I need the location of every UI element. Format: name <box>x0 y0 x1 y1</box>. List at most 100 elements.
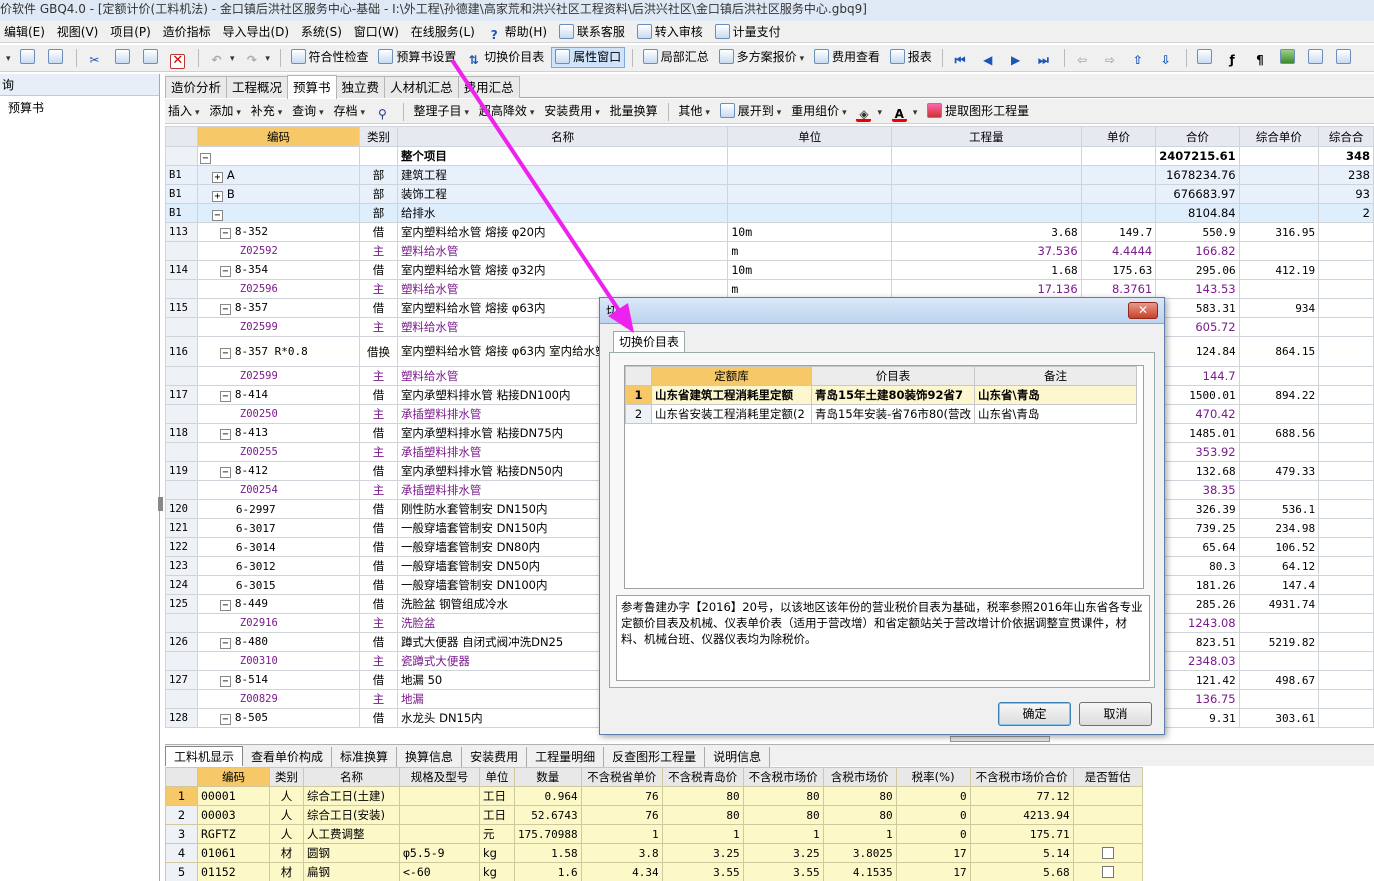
sub-cell-code[interactable]: 00001 <box>197 786 270 806</box>
cell-unit-total[interactable] <box>1318 575 1374 595</box>
menu-import-export[interactable]: 导入导出(D) <box>218 21 293 43</box>
sub-col-province-price[interactable]: 不含税省单价 <box>580 767 663 787</box>
cell-total[interactable]: 823.51 <box>1155 632 1240 652</box>
cell-price[interactable] <box>1080 165 1157 185</box>
cell-unit-total[interactable] <box>1318 689 1374 709</box>
cell-price[interactable]: 4.4444 <box>1080 241 1157 261</box>
cell-total[interactable]: 9.31 <box>1155 708 1240 728</box>
cell-unit[interactable] <box>727 184 893 204</box>
table-row[interactable]: 5 01152 材扁钢 <-60 kg 1.6 4.34 3.55 3.55 4.1535 17 5.… <box>165 862 1143 881</box>
cell-unit-price[interactable]: 894.22 <box>1238 385 1320 405</box>
row-header[interactable] <box>165 651 198 671</box>
cell-name[interactable]: 塑料给水管 <box>396 241 729 261</box>
collapse-icon[interactable]: − <box>219 429 231 440</box>
cell-total[interactable]: 326.39 <box>1155 499 1240 519</box>
next-button[interactable]: ▶ <box>1005 45 1029 70</box>
sub-cell-name[interactable]: 扁钢 <box>303 862 400 881</box>
move-right-button[interactable]: ⇨ <box>1099 45 1123 70</box>
col-header-code[interactable]: 编码 <box>196 126 361 147</box>
col-header-price[interactable]: 单价 <box>1080 126 1157 147</box>
row-header[interactable]: 122 <box>165 537 198 557</box>
sub-col-name[interactable]: 名称 <box>303 767 400 787</box>
collapse-icon[interactable]: − <box>211 209 223 221</box>
cell-unit[interactable] <box>727 146 893 166</box>
menu-project[interactable]: 项目(P) <box>106 21 155 43</box>
sub-cell-province-price[interactable]: 3.8 <box>580 843 663 863</box>
table-row[interactable]: B1 + B 部 装饰工程 676683.97 93 <box>165 184 1374 204</box>
cell-unit-total[interactable]: 2 <box>1318 203 1374 223</box>
sub-cell-market-price-tax[interactable]: 1 <box>822 824 897 844</box>
cell-unit-total[interactable] <box>1318 317 1374 337</box>
cell-quantity[interactable]: 17.136 <box>891 279 1082 299</box>
cell-unit-total[interactable] <box>1318 594 1374 614</box>
cell-unit-total[interactable] <box>1318 298 1374 318</box>
cell-type[interactable]: 部 <box>359 184 398 204</box>
row-header[interactable] <box>165 613 198 633</box>
row-header[interactable]: 118 <box>165 423 198 443</box>
cell-code[interactable]: −8-357 R*0.8 <box>196 336 361 367</box>
cell-code[interactable]: 6-3014 <box>196 537 361 557</box>
sub-col-type[interactable]: 类别 <box>269 767 304 787</box>
sub-cell-qty[interactable]: 52.6743 <box>514 805 582 825</box>
col-header-total[interactable]: 合价 <box>1155 126 1240 147</box>
table-row[interactable]: 4 01061 材圆钢 φ5.5-9 kg 1.58 3.8 3.25 3.25 3.8025 17… <box>165 843 1143 863</box>
sub-cell-tax-rate[interactable]: 17 <box>895 843 971 863</box>
cell-name[interactable]: 建筑工程 <box>396 165 729 185</box>
sub-cell-market-price-tax[interactable]: 4.1535 <box>822 862 897 881</box>
collapse-icon[interactable]: − <box>199 152 211 164</box>
menu-system[interactable]: 系统(S) <box>297 21 346 43</box>
cell-quantity[interactable] <box>891 165 1082 185</box>
row-header[interactable]: B1 <box>165 184 198 204</box>
col-header-name[interactable]: 名称 <box>396 126 729 147</box>
insert-button[interactable]: 插入 ▾ <box>165 99 203 124</box>
menu-window[interactable]: 窗口(W) <box>350 21 403 43</box>
cell-total[interactable]: 8104.84 <box>1155 203 1240 223</box>
sub-cell-unit[interactable]: 工日 <box>479 786 515 806</box>
price-list-cell-pricelist[interactable]: 青岛15年安装-省76市80(营改 <box>810 404 976 424</box>
tab-budget[interactable]: 预算书 <box>287 75 337 99</box>
sub-col-tax-rate[interactable]: 税率(%) <box>895 767 971 787</box>
row-header[interactable]: B1 <box>165 165 198 185</box>
cell-type[interactable]: 部 <box>359 203 398 223</box>
sub-row-number[interactable]: 3 <box>165 824 198 844</box>
image-button[interactable] <box>1305 45 1329 70</box>
table-row[interactable]: 2 00003 人综合工日(安装) 工日 52.6743 76 80 80 80 0 4213.94 <box>165 805 1143 825</box>
undo-button[interactable]: ↶ ▾ <box>206 45 238 70</box>
row-header[interactable] <box>165 366 198 386</box>
sub-cell-market-total[interactable]: 4213.94 <box>969 805 1074 825</box>
cell-unit-total[interactable]: 238 <box>1318 165 1374 185</box>
cell-code[interactable]: Z00310 <box>196 651 361 671</box>
cell-code[interactable]: −8-414 <box>196 385 361 405</box>
row-header[interactable]: 116 <box>165 336 198 367</box>
menu-online-service[interactable]: 在线服务(L) <box>407 21 479 43</box>
sub-cell-tax-rate[interactable]: 0 <box>895 786 971 806</box>
cell-unit-total[interactable] <box>1318 499 1374 519</box>
cell-code[interactable]: −8-413 <box>196 423 361 443</box>
cell-code[interactable]: Z02599 <box>196 317 361 337</box>
cell-name[interactable]: 装饰工程 <box>396 184 729 204</box>
move-down-button[interactable]: ⇩ <box>1155 45 1179 70</box>
tab-unit-price-composition[interactable]: 查看单价构成 <box>243 747 333 767</box>
binoculars-button[interactable]: ⚲ <box>372 99 396 124</box>
row-header[interactable] <box>165 689 198 709</box>
price-list-row-number[interactable]: 1 <box>625 385 652 405</box>
cell-total[interactable]: 65.64 <box>1155 537 1240 557</box>
sub-col-unit[interactable]: 单位 <box>479 767 515 787</box>
install-fee-button[interactable]: 安装费用 ▾ <box>541 99 603 124</box>
report-button[interactable]: 报表 <box>887 45 935 70</box>
cell-unit-price[interactable] <box>1238 613 1320 633</box>
collapse-icon[interactable]: − <box>219 676 231 687</box>
row-header[interactable]: 124 <box>165 575 198 595</box>
sub-cell-market-price[interactable]: 3.55 <box>742 862 824 881</box>
cell-type[interactable]: 主 <box>359 689 398 709</box>
cell-unit-price[interactable]: 303.61 <box>1238 708 1320 728</box>
cell-type[interactable]: 主 <box>359 317 398 337</box>
cell-total[interactable]: 132.68 <box>1155 461 1240 481</box>
cell-code[interactable]: Z00254 <box>196 480 361 500</box>
cell-type[interactable]: 借 <box>359 670 398 690</box>
sub-cell-qty[interactable]: 0.964 <box>514 786 582 806</box>
row-header[interactable]: 127 <box>165 670 198 690</box>
cell-unit-price[interactable] <box>1238 317 1320 337</box>
table-row[interactable]: Z02596 主 塑料给水管 m 17.136 8.3761 143.53 <box>165 279 1374 299</box>
tab-fee-summary[interactable]: 费用汇总 <box>457 76 520 98</box>
